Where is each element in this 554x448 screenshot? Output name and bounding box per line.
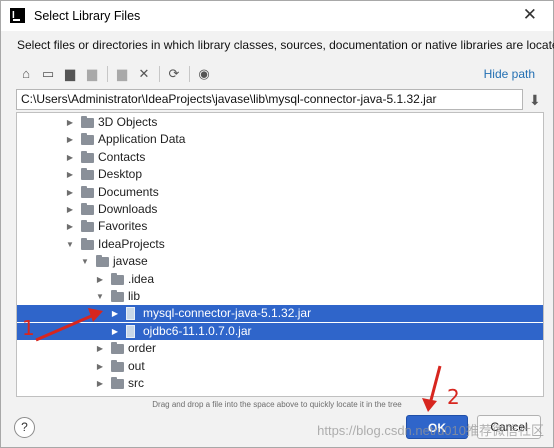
tree-row-label: ojdbc6-11.1.0.7.0.jar <box>143 323 252 338</box>
tree-row-label: out <box>128 358 145 373</box>
folder-icon <box>81 185 94 198</box>
tree-row-folder[interactable]: ▶ src <box>17 375 543 392</box>
folder-icon <box>81 237 94 250</box>
folder-icon <box>81 150 94 163</box>
tree-row-label: Contacts <box>98 149 146 164</box>
drag-drop-hint: Drag and drop a file into the space abov… <box>152 400 402 409</box>
path-input[interactable]: C:\Users\Administrator\IdeaProjects\java… <box>16 89 523 110</box>
expand-arrow-icon[interactable]: ▶ <box>110 305 120 322</box>
tree-row-label: order <box>128 341 157 356</box>
collapse-arrow-icon[interactable]: ▼ <box>95 288 105 305</box>
expand-arrow-icon[interactable]: ▶ <box>95 358 105 375</box>
folder-icon <box>81 168 94 181</box>
tree-row-folder[interactable]: ▼ javase <box>17 253 543 270</box>
folder-icon <box>81 220 94 233</box>
refresh-icon[interactable]: ⟳ <box>165 65 183 83</box>
folder-icon <box>111 272 124 285</box>
expand-arrow-icon[interactable]: ▶ <box>65 166 75 183</box>
expand-arrow-icon[interactable]: ▶ <box>110 323 120 340</box>
hide-path-link[interactable]: Hide path <box>484 67 535 81</box>
annotation-marker-2: 2 <box>447 385 460 409</box>
desktop-icon[interactable]: ▭ <box>39 65 57 83</box>
tree-row-folder[interactable]: ▶ .idea <box>17 271 543 288</box>
tree-row-label: 3D Objects <box>98 115 158 129</box>
expand-arrow-icon[interactable]: ▶ <box>95 340 105 357</box>
jar-file-icon <box>126 307 135 321</box>
path-history-down-icon[interactable]: ⬇ <box>529 92 541 109</box>
tree-row-folder[interactable]: ▶ Favorites <box>17 218 543 235</box>
intellij-app-icon: I <box>10 8 25 23</box>
home-icon[interactable]: ⌂ <box>17 65 35 83</box>
expand-arrow-icon[interactable]: ▶ <box>95 271 105 288</box>
delete-icon[interactable]: ✕ <box>135 65 153 83</box>
module-folder-icon[interactable]: ▆ <box>83 65 101 83</box>
annotation-marker-1: 1 <box>22 316 35 340</box>
folder-icon <box>81 203 94 215</box>
tree-row-folder[interactable]: ▶ Application Data <box>17 131 543 148</box>
file-chooser-toolbar: ⌂ ▭ ▆ ▆ ▆ ✕ ⟳ ◉ Hide path <box>15 63 545 85</box>
tree-row-label: Favorites <box>98 219 148 234</box>
dialog-title: Select Library Files <box>34 9 141 23</box>
folder-icon <box>81 116 94 128</box>
tree-row-folder[interactable]: ▶ 3D Objects <box>17 114 543 131</box>
close-icon[interactable]: ✕ <box>523 5 537 25</box>
collapse-arrow-icon[interactable]: ▼ <box>65 236 75 253</box>
dialog-description: Select files or directories in which lib… <box>17 38 554 52</box>
help-button[interactable]: ? <box>14 417 35 438</box>
tree-row-label: Downloads <box>98 202 158 216</box>
collapse-arrow-icon[interactable]: ▼ <box>80 253 90 270</box>
tree-row-label: Documents <box>98 184 159 199</box>
tree-row-label: .idea <box>128 271 155 286</box>
toolbar-separator <box>159 66 160 82</box>
file-tree[interactable]: ▶ 3D Objects ▶ Application Data ▶ Contacts ▶ De… <box>16 112 544 397</box>
toolbar-separator <box>107 66 108 82</box>
tree-row-folder[interactable]: ▶ out <box>17 358 543 375</box>
watermark: https://blog.csdn.net/u010推荐微信社区 <box>317 423 544 438</box>
tree-row-folder[interactable]: ▼ lib <box>17 288 543 305</box>
select-library-files-dialog: I Select Library Files ✕ Select files or… <box>0 0 554 448</box>
folder-icon <box>111 342 124 355</box>
folder-icon <box>111 377 124 389</box>
tree-row-label: mysql-connector-java-5.1.32.jar <box>143 306 312 321</box>
tree-row-label: lib <box>128 289 141 303</box>
folder-icon <box>81 133 94 146</box>
tree-row-folder[interactable]: ▼ IdeaProjects <box>17 236 543 253</box>
tree-row-folder[interactable]: ▶ Desktop <box>17 166 543 183</box>
folder-icon <box>111 359 124 372</box>
folder-icon <box>111 290 124 302</box>
jar-file-icon <box>126 324 135 338</box>
tree-row-jar[interactable]: ▶ mysql-connector-java-5.1.32.jar <box>17 305 543 323</box>
tree-row-label: src <box>128 376 144 390</box>
expand-arrow-icon[interactable]: ▶ <box>65 218 75 235</box>
expand-arrow-icon[interactable]: ▶ <box>65 184 75 201</box>
tree-row-folder[interactable]: ▶ order <box>17 340 543 357</box>
toolbar-separator <box>189 66 190 82</box>
expand-arrow-icon[interactable]: ▶ <box>95 375 105 392</box>
tree-row-folder[interactable]: ▶ Documents <box>17 184 543 201</box>
tree-row-folder[interactable]: ▶ Contacts <box>17 149 543 166</box>
expand-arrow-icon[interactable]: ▶ <box>65 201 75 218</box>
show-hidden-icon[interactable]: ◉ <box>195 65 213 83</box>
tree-row-jar[interactable]: ▶ ojdbc6-11.1.0.7.0.jar <box>17 322 543 340</box>
title-bar: I Select Library Files ✕ <box>1 1 553 31</box>
tree-row-label: Application Data <box>98 132 186 147</box>
new-folder-icon[interactable]: ▆ <box>113 65 131 83</box>
project-folder-icon[interactable]: ▆ <box>61 65 79 83</box>
tree-row-label: javase <box>113 254 148 269</box>
folder-icon <box>96 255 109 268</box>
tree-row-folder[interactable]: ▶ Downloads <box>17 201 543 218</box>
expand-arrow-icon[interactable]: ▶ <box>65 131 75 148</box>
expand-arrow-icon[interactable]: ▶ <box>65 149 75 166</box>
tree-row-label: Desktop <box>98 167 143 182</box>
tree-row-label: IdeaProjects <box>98 236 165 251</box>
expand-arrow-icon[interactable]: ▶ <box>65 114 75 131</box>
